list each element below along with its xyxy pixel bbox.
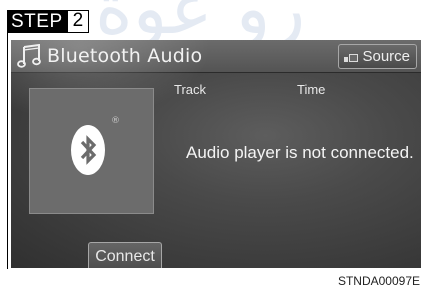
- figure-code: STNDA00097E: [337, 274, 420, 288]
- track-column-label: Track: [174, 82, 207, 97]
- bluetooth-icon: [80, 135, 97, 165]
- title-row: Bluetooth Audio: [17, 44, 202, 68]
- time-column-label: Time: [297, 82, 326, 97]
- source-label: Source: [362, 48, 410, 65]
- source-button[interactable]: Source: [338, 44, 417, 69]
- bluetooth-badge: [71, 125, 105, 175]
- connect-button[interactable]: Connect: [88, 242, 162, 268]
- step-header: STEP 2: [7, 10, 90, 33]
- album-art: ®: [29, 88, 154, 214]
- music-note-icon: [17, 44, 41, 68]
- screen-title: Bluetooth Audio: [47, 45, 203, 67]
- status-message: Audio player is not connected.: [186, 143, 414, 162]
- audio-screen: Bluetooth Audio Source Track Time ® Audi…: [11, 40, 421, 268]
- step-label: STEP: [7, 10, 67, 33]
- source-icon: [344, 53, 359, 62]
- registered-mark: ®: [111, 116, 120, 126]
- step-number: 2: [66, 10, 90, 33]
- frame-line: [7, 33, 8, 269]
